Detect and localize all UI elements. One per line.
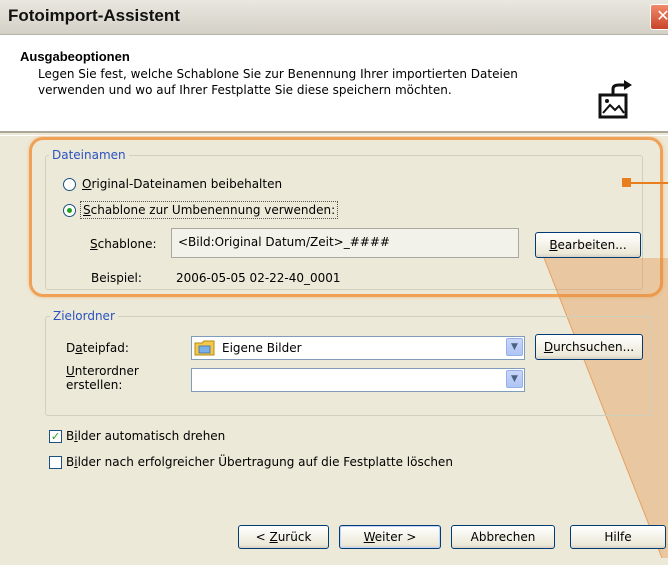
schablone-field: <Bild:Original Datum/Zeit>_#### — [171, 228, 519, 258]
cancel-button[interactable]: Abbrechen — [451, 525, 555, 549]
radio-use-template[interactable] — [63, 204, 76, 217]
schablone-label: Schablone: — [90, 237, 157, 251]
dateipfad-dropdown[interactable]: Eigene Bilder ▼ — [191, 336, 525, 360]
radio-template-label[interactable]: Schablone zur Umbenennung verwenden: — [80, 201, 339, 219]
title-bar[interactable]: Fotoimport-Assistent ✕ — [0, 0, 668, 35]
chevron-down-icon[interactable]: ▼ — [506, 370, 523, 388]
unterordner-dropdown[interactable]: ▼ — [191, 368, 525, 392]
dateinamen-legend: Dateinamen — [49, 148, 129, 162]
window-title: Fotoimport-Assistent — [8, 6, 180, 25]
beispiel-label: Beispiel: — [91, 271, 142, 285]
callout-line — [630, 182, 668, 184]
auto-rotate-label[interactable]: Bilder automatisch drehen — [66, 429, 225, 443]
page-title: Ausgabeoptionen — [20, 49, 130, 64]
close-icon[interactable]: ✕ — [650, 4, 668, 30]
chevron-down-icon[interactable]: ▼ — [506, 338, 523, 356]
radio-original-filenames[interactable] — [63, 178, 76, 191]
next-button[interactable]: Weiter > — [339, 525, 441, 549]
back-button[interactable]: < Zurück — [238, 525, 329, 549]
header-separator — [0, 132, 668, 136]
zielordner-legend: Zielordner — [50, 309, 118, 323]
radio-original-label[interactable]: Original-Dateinamen beibehalten — [82, 177, 282, 191]
fotoimport-dialog: Fotoimport-Assistent ✕ Ausgabeoptionen L… — [0, 0, 668, 565]
dateipfad-label: Dateipfad: — [66, 341, 129, 355]
bearbeiten-button[interactable]: Bearbeiten... — [535, 232, 641, 258]
wizard-header: Ausgabeoptionen Legen Sie fest, welche S… — [0, 35, 668, 132]
description-line-1: Legen Sie fest, welche Schablone Sie zur… — [38, 67, 518, 81]
durchsuchen-button[interactable]: Durchsuchen... — [535, 334, 643, 360]
beispiel-value: 2006-05-05 02-22-40_0001 — [176, 271, 341, 285]
page-description: Legen Sie fest, welche Schablone Sie zur… — [38, 66, 578, 98]
dateipfad-value: Eigene Bilder — [222, 341, 302, 355]
checkbox-auto-rotate[interactable]: ✓ — [49, 430, 62, 443]
help-button[interactable]: Hilfe — [570, 525, 666, 549]
checkbox-delete-after-transfer[interactable] — [49, 456, 62, 469]
photo-export-icon — [595, 80, 635, 121]
unterordner-label: Unterordner erstellen: — [66, 364, 139, 392]
description-line-2: verwenden und wo auf Ihrer Festplatte Si… — [38, 83, 452, 97]
delete-after-transfer-label[interactable]: Bilder nach erfolgreicher Übertragung au… — [66, 455, 453, 469]
folder-icon — [194, 340, 215, 356]
